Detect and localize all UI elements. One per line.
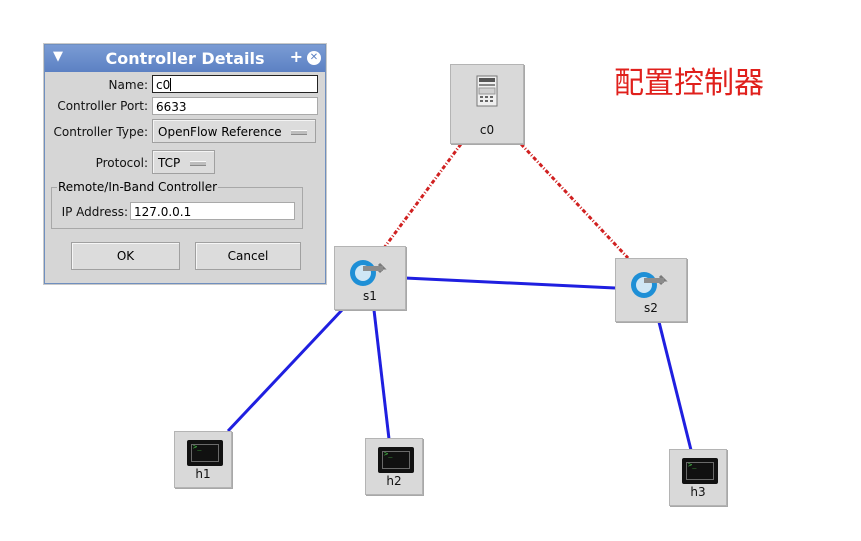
- node-c0[interactable]: c0: [450, 64, 524, 144]
- close-icon[interactable]: ✕: [307, 51, 321, 65]
- node-label: h3: [690, 485, 706, 499]
- node-h3[interactable]: >_ h3: [669, 449, 727, 506]
- link-s2-h3: [657, 321, 693, 451]
- option-menu-indicator-icon: [291, 130, 307, 135]
- control-link-c0-s1: [382, 143, 463, 249]
- option-menu-indicator-icon: [190, 161, 206, 166]
- node-label: s2: [644, 301, 658, 315]
- controller-type-value: OpenFlow Reference: [158, 125, 282, 139]
- port-label: Controller Port:: [57, 99, 148, 113]
- link-s1-h2: [372, 309, 391, 440]
- name-field[interactable]: c0: [152, 75, 318, 93]
- node-label: s1: [363, 289, 377, 303]
- node-h1[interactable]: >_ h1: [174, 431, 232, 488]
- dialog-title: Controller Details: [105, 49, 265, 68]
- cancel-button[interactable]: Cancel: [195, 242, 301, 270]
- switch-icon: [631, 272, 668, 298]
- link-s1-s2: [404, 276, 616, 290]
- terminal-icon: >_: [187, 440, 223, 466]
- name-value: c0: [156, 78, 171, 92]
- text-caret: [170, 78, 172, 91]
- controller-details-dialog: ▼ Controller Details + ✕ Name: c0 Contro…: [44, 44, 326, 284]
- controller-type-select[interactable]: OpenFlow Reference: [152, 119, 316, 143]
- port-field[interactable]: 6633: [152, 97, 318, 115]
- ip-address-field[interactable]: 127.0.0.1: [130, 202, 295, 220]
- terminal-icon: >_: [378, 447, 414, 473]
- node-s1[interactable]: s1: [334, 246, 406, 310]
- terminal-icon: >_: [682, 458, 718, 484]
- node-h2[interactable]: >_ h2: [365, 438, 423, 495]
- ok-button[interactable]: OK: [71, 242, 180, 270]
- protocol-value: TCP: [158, 156, 181, 170]
- node-label: h1: [195, 467, 211, 481]
- switch-icon: [350, 260, 387, 286]
- annotation-text: 配置控制器: [614, 66, 764, 101]
- controller-type-label: Controller Type:: [53, 125, 148, 139]
- server-icon: [476, 75, 498, 107]
- node-label: c0: [479, 123, 495, 137]
- ip-address-label: IP Address:: [61, 205, 128, 219]
- link-s1-h1: [226, 308, 344, 433]
- node-s2[interactable]: s2: [615, 258, 687, 322]
- node-label: h2: [386, 474, 402, 488]
- protocol-select[interactable]: TCP: [152, 150, 215, 174]
- name-label: Name:: [108, 78, 148, 92]
- control-link-c0-s2: [519, 142, 630, 260]
- protocol-label: Protocol:: [95, 156, 148, 170]
- pin-icon[interactable]: +: [290, 47, 303, 66]
- group-title: Remote/In-Band Controller: [57, 180, 219, 194]
- dialog-titlebar[interactable]: ▼ Controller Details + ✕: [45, 45, 325, 72]
